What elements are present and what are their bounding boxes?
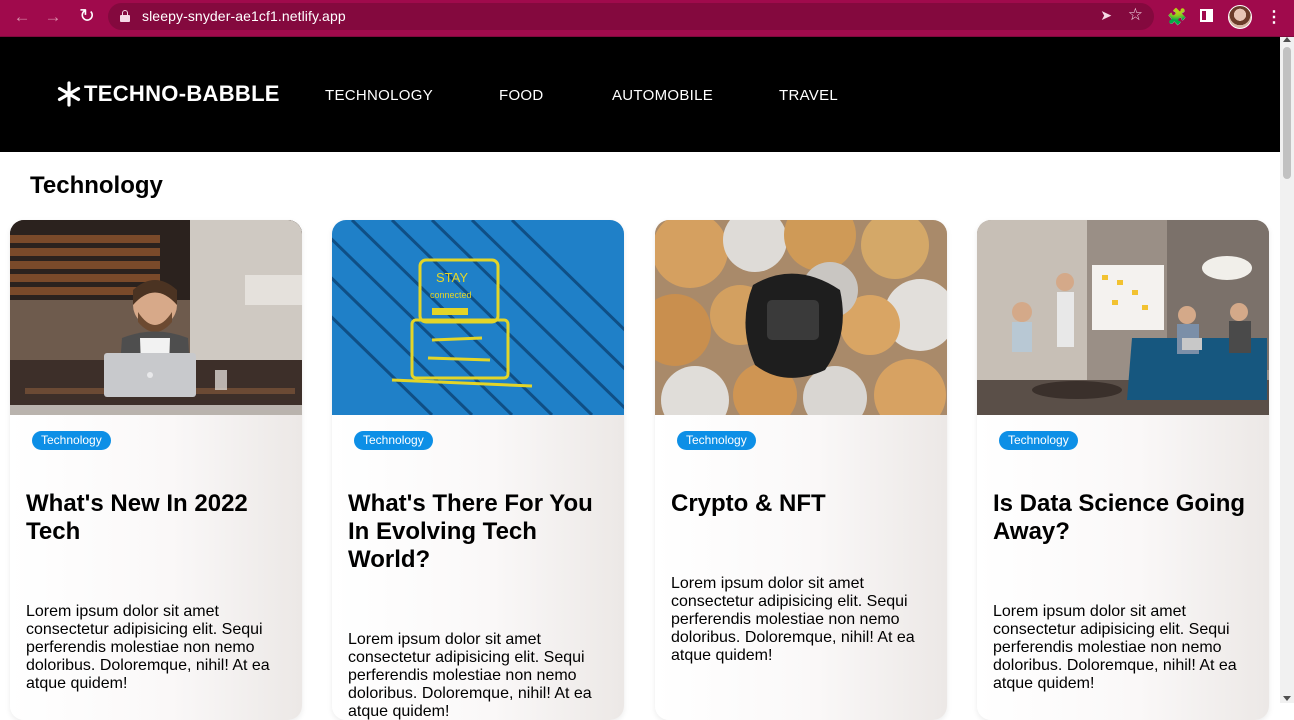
- reload-icon[interactable]: ↻: [76, 6, 98, 28]
- scroll-thumb[interactable]: [1283, 47, 1291, 179]
- section-title: Technology: [30, 172, 163, 199]
- forward-icon[interactable]: →: [42, 6, 64, 28]
- lock-icon[interactable]: [120, 10, 130, 22]
- nav-food[interactable]: FOOD: [499, 87, 544, 104]
- page-scrollbar[interactable]: [1280, 37, 1294, 703]
- svg-text:connected: connected: [430, 290, 472, 300]
- url-text[interactable]: sleepy-snyder-ae1cf1.netlify.app: [142, 8, 346, 24]
- scroll-down-arrow[interactable]: [1283, 696, 1291, 701]
- svg-text:STAY: STAY: [436, 270, 468, 285]
- card-image[interactable]: [10, 220, 302, 415]
- card-image[interactable]: [977, 220, 1269, 415]
- article-card[interactable]: Technology What's New In 2022 Tech Lorem…: [10, 220, 302, 720]
- nav-technology[interactable]: TECHNOLOGY: [325, 87, 433, 104]
- profile-avatar[interactable]: [1228, 5, 1252, 29]
- card-image[interactable]: [655, 220, 947, 415]
- nav-travel[interactable]: TRAVEL: [779, 87, 838, 104]
- category-tag[interactable]: Technology: [32, 431, 111, 450]
- category-tag[interactable]: Technology: [354, 431, 433, 450]
- card-title[interactable]: Crypto & NFT: [671, 490, 933, 518]
- scroll-up-arrow[interactable]: [1283, 37, 1291, 42]
- asterisk-logo-icon[interactable]: [56, 81, 82, 107]
- nav-automobile[interactable]: AUTOMOBILE: [612, 87, 713, 104]
- card-description: Lorem ipsum dolor sit amet consectetur a…: [26, 603, 270, 692]
- card-image[interactable]: STAY connected: [332, 220, 624, 415]
- card-description: Lorem ipsum dolor sit amet consectetur a…: [348, 631, 592, 720]
- share-icon[interactable]: ➤: [1100, 7, 1112, 24]
- category-tag[interactable]: Technology: [677, 431, 756, 450]
- card-description: Lorem ipsum dolor sit amet consectetur a…: [671, 575, 915, 664]
- side-panel-icon[interactable]: [1200, 9, 1213, 22]
- card-description: Lorem ipsum dolor sit amet consectetur a…: [993, 603, 1237, 692]
- article-card[interactable]: Technology Is Data Science Going Away? L…: [977, 220, 1269, 720]
- card-title[interactable]: What's There For You In Evolving Tech Wo…: [348, 490, 610, 574]
- back-icon[interactable]: ←: [11, 6, 33, 28]
- extensions-icon[interactable]: 🧩: [1167, 7, 1187, 27]
- address-bar[interactable]: sleepy-snyder-ae1cf1.netlify.app ➤ ☆: [108, 3, 1154, 30]
- site-logo[interactable]: TECHNO-BABBLE: [84, 81, 280, 107]
- star-icon[interactable]: ☆: [1128, 5, 1143, 25]
- category-tag[interactable]: Technology: [999, 431, 1078, 450]
- card-title[interactable]: What's New In 2022 Tech: [26, 490, 288, 546]
- article-card[interactable]: STAY connected Technology What's There F…: [332, 220, 624, 720]
- card-title[interactable]: Is Data Science Going Away?: [993, 490, 1255, 546]
- site-header: TECHNO-BABBLE TECHNOLOGY FOOD AUTOMOBILE…: [0, 37, 1280, 152]
- menu-icon[interactable]: ⋮: [1266, 7, 1282, 27]
- article-card[interactable]: Technology Crypto & NFT Lorem ipsum dolo…: [655, 220, 947, 720]
- browser-toolbar: ← → ↻ sleepy-snyder-ae1cf1.netlify.app ➤…: [0, 0, 1294, 37]
